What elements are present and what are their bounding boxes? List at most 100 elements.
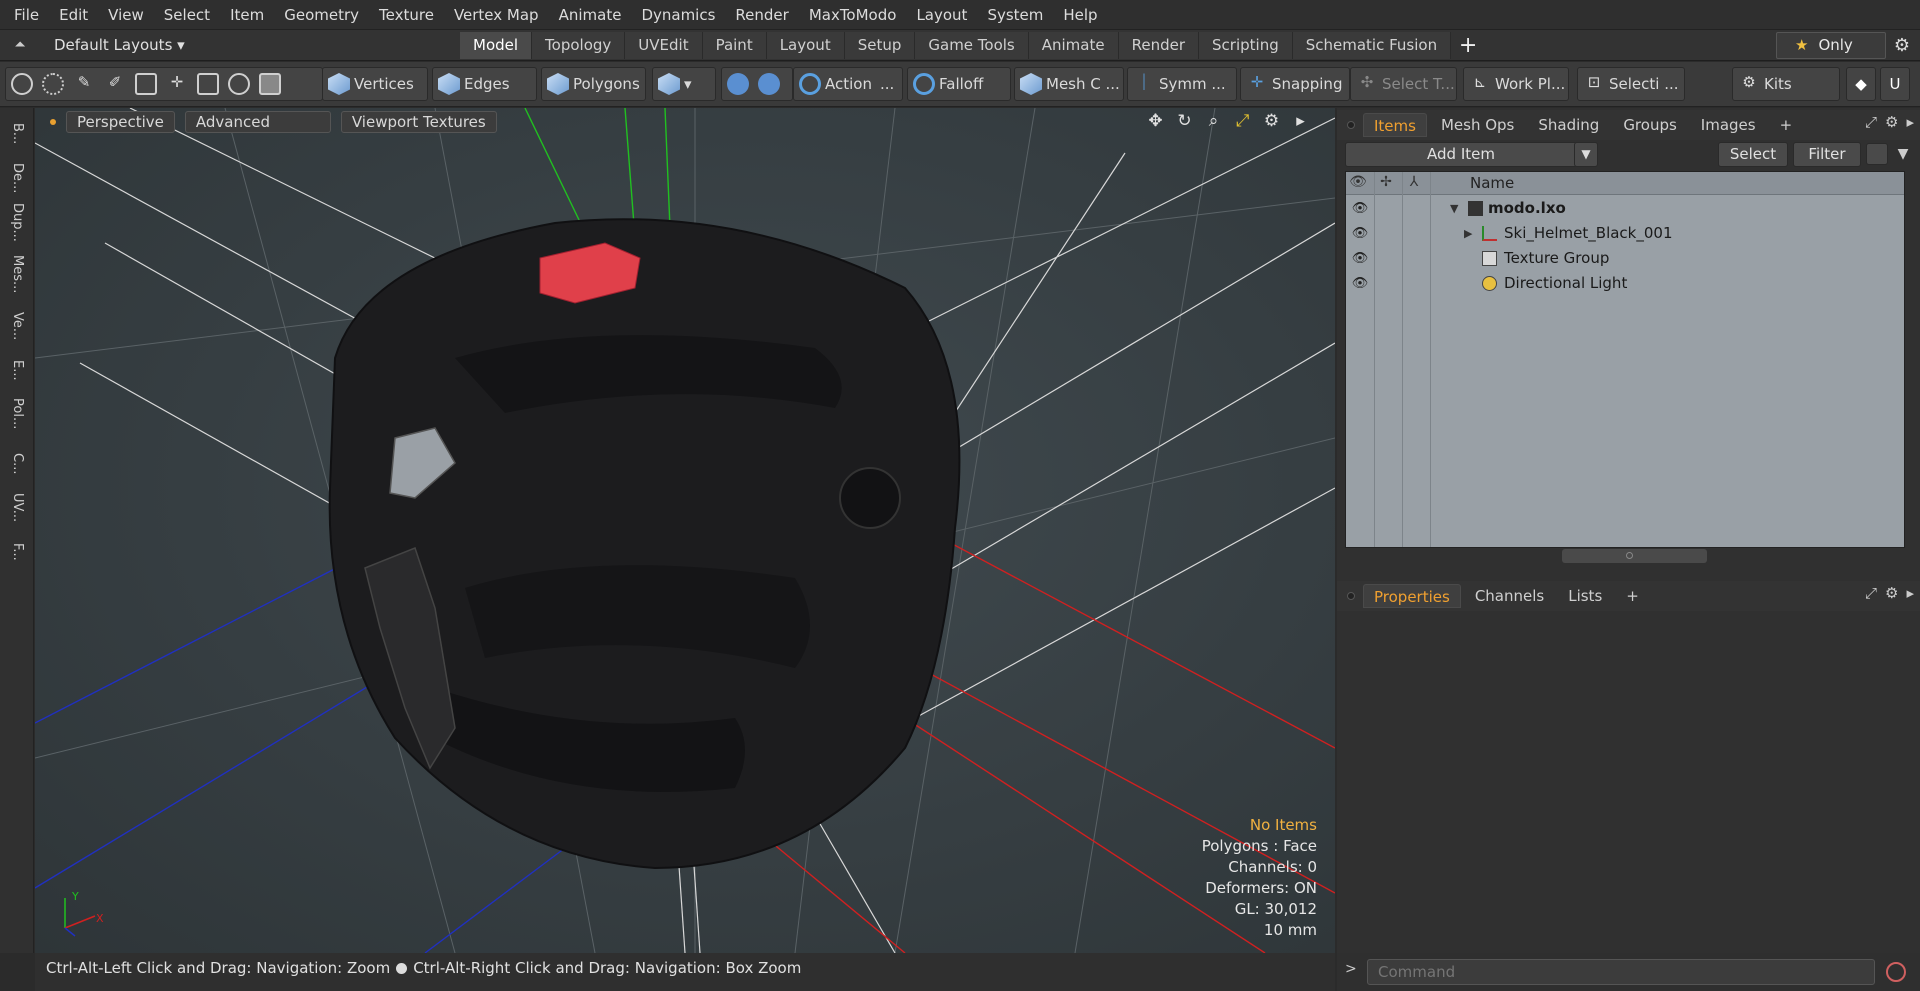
viewport-scene[interactable]: Y X (35, 108, 1335, 953)
menu-layout[interactable]: Layout (906, 0, 977, 30)
strip-tab-edge[interactable]: E... (0, 350, 34, 390)
menu-file[interactable]: File (4, 0, 49, 30)
eye-icon[interactable]: 👁 (1350, 246, 1370, 271)
work-plane-button[interactable]: ⊾ Work Pl... (1463, 67, 1569, 101)
menu-vertex-map[interactable]: Vertex Map (444, 0, 549, 30)
mesh-constraint-button[interactable]: Mesh C ... (1014, 67, 1124, 101)
menu-item[interactable]: Item (220, 0, 274, 30)
eye-icon[interactable]: 👁 (1350, 271, 1370, 296)
helmet-model[interactable] (328, 218, 961, 870)
3d-viewport[interactable]: Y X Perspective Advanced Viewport Textur… (35, 108, 1335, 953)
tab-groups[interactable]: Groups (1613, 113, 1686, 137)
panel-gear-icon[interactable]: ⚙ (1885, 584, 1898, 602)
eye-icon[interactable]: 👁 (1350, 221, 1370, 246)
tab-lists[interactable]: Lists (1558, 584, 1612, 608)
selection-sets-button[interactable]: ⊡ Selecti ... (1577, 67, 1685, 101)
polygons-button[interactable]: Polygons (541, 67, 646, 101)
menu-texture[interactable]: Texture (369, 0, 444, 30)
tab-paint[interactable]: Paint (702, 31, 767, 59)
add-item-button[interactable]: Add Item (1345, 142, 1577, 167)
add-item-dropdown-icon[interactable]: ▼ (1574, 142, 1598, 167)
tab-mesh-ops[interactable]: Mesh Ops (1431, 113, 1524, 137)
viewport-textures-button[interactable]: Viewport Textures (340, 111, 497, 133)
add-panel-tab-icon[interactable]: + (1616, 584, 1649, 608)
visibility-header-icon[interactable]: 👁 (1348, 174, 1368, 190)
eye-icon[interactable]: 👁 (1350, 196, 1370, 221)
tab-scripting[interactable]: Scripting (1199, 31, 1293, 59)
axis-header-icon[interactable]: ⅄ (1404, 174, 1424, 190)
pen-icon[interactable]: ✎ (73, 73, 95, 95)
vertices-button[interactable]: Vertices (322, 67, 428, 101)
tab-shading[interactable]: Shading (1528, 113, 1609, 137)
expand-arrow-icon[interactable]: ▸ (1286, 111, 1315, 131)
viewport-gear-icon[interactable]: ⚙ (1257, 111, 1286, 131)
select-tool-button[interactable]: ✣ Select T... (1350, 67, 1457, 101)
tab-schematic-fusion[interactable]: Schematic Fusion (1292, 31, 1452, 59)
maximize-icon[interactable]: ⤢ (1865, 584, 1877, 602)
menu-dynamics[interactable]: Dynamics (631, 0, 725, 30)
expand-triangle-icon[interactable]: ▶ (1464, 221, 1472, 246)
tab-model[interactable]: Model (460, 31, 533, 59)
panel-menu-icon[interactable] (1347, 592, 1355, 600)
circle-select-icon[interactable] (11, 73, 33, 95)
unreal-button[interactable]: U (1880, 67, 1910, 101)
kits-button[interactable]: ⚙ Kits (1732, 67, 1840, 101)
strip-tab-vertex[interactable]: Ve... (0, 306, 34, 346)
tab-properties[interactable]: Properties (1363, 584, 1461, 608)
menu-render[interactable]: Render (725, 0, 798, 30)
panel-menu-icon[interactable] (1347, 121, 1355, 129)
panel-arrow-icon[interactable]: ▸ (1906, 584, 1914, 602)
shield-icon[interactable] (727, 73, 749, 95)
strip-tab-polygon[interactable]: Pol... (0, 394, 34, 434)
tab-uvedit[interactable]: UVEdit (625, 31, 703, 59)
tab-render[interactable]: Render (1118, 31, 1200, 59)
collapse-icon[interactable] (1866, 143, 1888, 165)
name-column-header[interactable]: Name (1470, 174, 1514, 192)
menu-system[interactable]: System (977, 0, 1053, 30)
lock-header-icon[interactable]: ✢ (1376, 174, 1396, 190)
list-item[interactable]: 👁 ▼ modo.lxo (1346, 196, 1904, 221)
funnel-icon[interactable]: ▼ (1892, 143, 1914, 165)
list-item[interactable]: 👁 ▶ Ski_Helmet_Black_001 (1346, 221, 1904, 246)
advanced-button[interactable]: Advanced (184, 111, 331, 133)
center-icon[interactable]: ✛ (166, 73, 188, 95)
panel-gear-icon[interactable]: ⚙ (1885, 113, 1898, 131)
pin-icon[interactable]: ⏶ (0, 37, 40, 53)
snapping-button[interactable]: ✛ Snapping (1240, 67, 1350, 101)
material-icon[interactable] (228, 73, 250, 95)
cube-icon[interactable] (259, 73, 281, 95)
layout-selector[interactable]: Default Layouts ▾ (40, 36, 460, 54)
expand-triangle-icon[interactable]: ▼ (1450, 196, 1458, 221)
strip-tab-uv[interactable]: UV... (0, 488, 34, 528)
menu-edit[interactable]: Edit (49, 0, 98, 30)
menu-geometry[interactable]: Geometry (274, 0, 369, 30)
scroll-knob-icon[interactable] (1626, 552, 1633, 559)
rotate-icon[interactable]: ↻ (1170, 111, 1199, 131)
menu-help[interactable]: Help (1053, 0, 1107, 30)
item-list[interactable]: 👁 ✢ ⅄ Name 👁 ▼ modo.lxo 👁 ▶ Ski_Helmet_B… (1345, 171, 1905, 548)
perspective-button[interactable]: Perspective (66, 111, 175, 133)
list-item[interactable]: 👁 Texture Group (1346, 246, 1904, 271)
strip-tab-mesh[interactable]: Mes... (0, 254, 34, 294)
tab-layout[interactable]: Layout (766, 31, 845, 59)
strip-tab-curve[interactable]: C... (0, 444, 34, 484)
only-button[interactable]: ★ Only (1776, 32, 1886, 59)
record-icon[interactable] (1886, 962, 1906, 982)
tab-items[interactable]: Items (1363, 113, 1427, 137)
strip-tab-fusion[interactable]: F... (0, 532, 34, 572)
edges-button[interactable]: Edges (432, 67, 537, 101)
symmetry-button[interactable]: ⏐ Symm ... (1127, 67, 1237, 101)
menu-view[interactable]: View (98, 0, 154, 30)
tab-game-tools[interactable]: Game Tools (915, 31, 1029, 59)
globe-icon[interactable] (42, 73, 64, 95)
pivot-icon[interactable] (197, 73, 219, 95)
strip-tab-deform[interactable]: De... (0, 158, 34, 198)
move-icon[interactable]: ✥ (1141, 111, 1170, 131)
material-mode-button[interactable]: ▾ (652, 67, 716, 101)
item-list-scrollbar[interactable] (1562, 549, 1707, 563)
viewport-options-icon[interactable] (50, 119, 56, 125)
command-input[interactable] (1367, 959, 1875, 985)
tab-channels[interactable]: Channels (1465, 584, 1554, 608)
item-mode-icon[interactable] (135, 73, 157, 95)
maximize-icon[interactable]: ⤢ (1865, 113, 1877, 131)
